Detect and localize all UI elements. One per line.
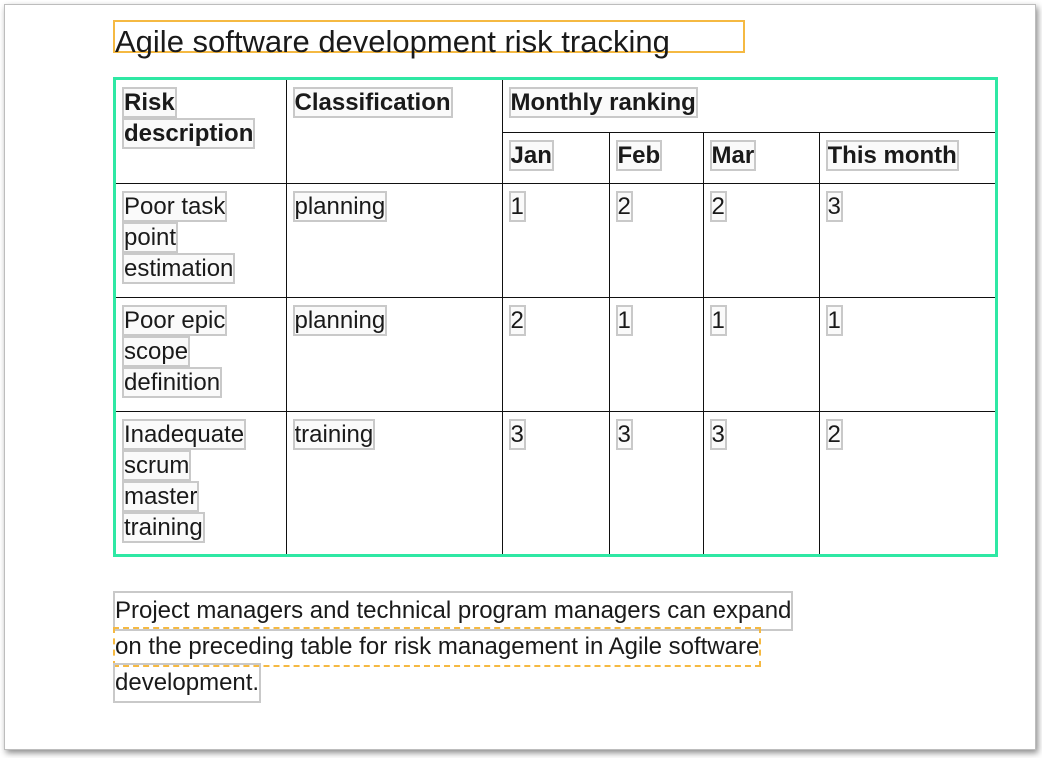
ranking-value: 1 <box>709 304 727 336</box>
classification-cell: planning <box>285 182 503 298</box>
header-monthly-ranking-label: Monthly ranking <box>508 87 698 118</box>
risk-description-cell: Poor epic scope definition <box>116 296 287 412</box>
ranking-cell-feb: 2 <box>608 182 704 298</box>
ranking-cell-mar: 2 <box>702 182 820 298</box>
classification-cell: training <box>285 410 503 554</box>
header-month-mar: Mar <box>702 131 820 184</box>
ranking-cell-jan: 1 <box>501 182 610 298</box>
ranking-value: 1 <box>508 190 526 222</box>
ranking-value: 3 <box>508 418 526 450</box>
risk-tracking-table: Risk description Classification Monthly … <box>116 80 996 554</box>
header-risk-description-line: Risk <box>122 87 177 118</box>
ranking-value: 2 <box>709 190 727 222</box>
header-month-label: This month <box>825 139 959 171</box>
ranking-cell-feb: 1 <box>608 296 704 412</box>
classification-value: training <box>292 418 376 450</box>
classification-value: planning <box>292 190 388 222</box>
risk-table-container: Risk description Classification Monthly … <box>113 77 998 557</box>
ranking-value: 2 <box>825 418 843 450</box>
ranking-value: 3 <box>709 418 727 450</box>
header-month-jan: Jan <box>502 131 610 184</box>
ranking-cell-this-month: 3 <box>818 182 996 298</box>
header-month-label: Feb <box>615 139 663 171</box>
risk-description-line: Poor epic <box>121 304 228 336</box>
risk-description-line: point <box>121 221 179 253</box>
table-row: Poor task point estimation planning 1 2 … <box>116 182 996 298</box>
header-month-label: Mar <box>709 139 757 171</box>
risk-description-line: estimation <box>121 252 236 284</box>
risk-description-cell: Poor task point estimation <box>116 182 287 298</box>
paragraph-line: development. <box>112 663 262 703</box>
ranking-value: 2 <box>508 304 526 336</box>
risk-description-line: scrum <box>121 449 192 481</box>
risk-description-cell: Inadequate scrum master training <box>116 410 287 554</box>
risk-description-line: definition <box>121 366 223 398</box>
risk-description-line: training <box>122 511 205 543</box>
document-title: Agile software development risk tracking <box>115 24 670 59</box>
header-classification: Classification <box>285 80 503 184</box>
header-classification-label: Classification <box>292 87 453 118</box>
ranking-value: 3 <box>825 190 843 222</box>
table-row: Poor epic scope definition planning 2 1 … <box>116 296 996 412</box>
paragraph-line: Project managers and technical program m… <box>112 591 794 631</box>
ranking-value: 2 <box>615 190 633 222</box>
paragraph-line-highlighted: on the preceding table for risk manageme… <box>112 627 762 667</box>
ranking-cell-jan: 2 <box>501 296 610 412</box>
ranking-cell-jan: 3 <box>501 410 610 554</box>
classification-cell: planning <box>285 296 503 412</box>
ranking-cell-feb: 3 <box>608 410 704 554</box>
risk-description-line: Inadequate <box>121 418 247 450</box>
ranking-value: 1 <box>825 304 843 336</box>
risk-description-line: master <box>121 480 200 512</box>
classification-value: planning <box>292 304 388 336</box>
header-risk-description: Risk description <box>116 80 287 184</box>
risk-description-line: scope <box>121 335 191 367</box>
header-month-label: Jan <box>508 139 554 171</box>
ranking-cell-mar: 3 <box>702 410 820 554</box>
header-month-feb: Feb <box>608 131 704 184</box>
header-month-this-month: This month <box>818 131 996 184</box>
header-risk-description-line: description <box>121 118 256 149</box>
ranking-value: 3 <box>615 418 633 450</box>
header-monthly-ranking: Monthly ranking <box>501 80 996 133</box>
ranking-cell-this-month: 1 <box>818 296 996 412</box>
ranking-cell-mar: 1 <box>702 296 820 412</box>
table-row: Inadequate scrum master training trainin… <box>116 410 996 554</box>
ranking-cell-this-month: 2 <box>818 410 996 554</box>
risk-description-line: Poor task <box>121 190 228 222</box>
body-paragraph: Project managers and technical program m… <box>112 591 905 703</box>
ranking-value: 1 <box>615 304 633 336</box>
